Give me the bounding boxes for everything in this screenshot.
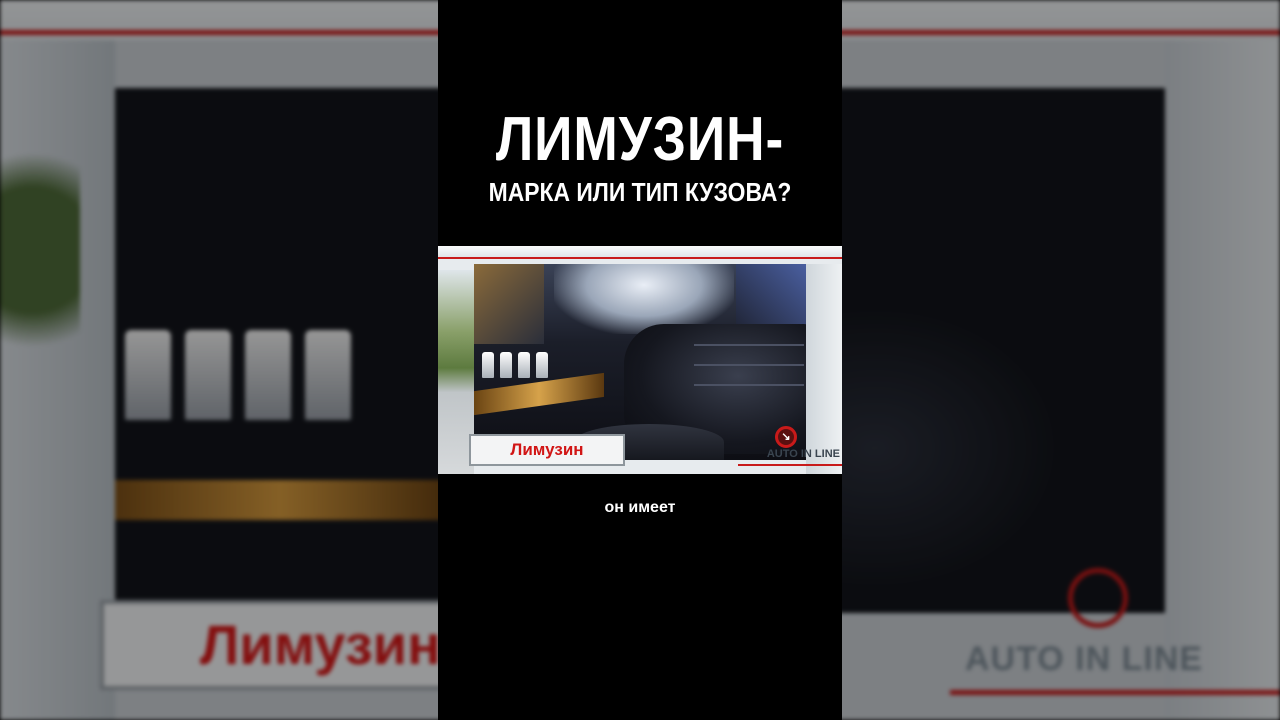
video-title-line1: ЛИМУЗИН- [495, 105, 785, 174]
seat-stitch [694, 364, 804, 366]
frame-right-panel [806, 264, 842, 474]
seat-stitch [694, 344, 804, 346]
label-text: Лимузин [510, 440, 584, 459]
backdrop-brand-text: AUTO IN LINE [965, 640, 1204, 678]
backdrop-bottom-red-line [950, 690, 1280, 695]
subtitle-caption: он имеет [604, 499, 676, 516]
backdrop-label-text: Лимузин [200, 613, 441, 676]
limousine-interior-photo [474, 264, 806, 460]
glass [536, 352, 548, 378]
backdrop-glass [245, 330, 291, 420]
glass [482, 352, 494, 378]
frame-bottom-red-line [738, 464, 842, 466]
backdrop-right-panel [1165, 40, 1280, 720]
backdrop-glass [305, 330, 351, 420]
backdrop-logo-icon [1068, 568, 1128, 628]
glass [500, 352, 512, 378]
channel-brand-text: AUTO IN LINE [766, 448, 840, 460]
ceiling-light-left [474, 264, 544, 344]
video-frame: Лимузин ↘ AUTO IN LINE [438, 246, 842, 474]
video-title-line2: МАРКА ИЛИ ТИП КУЗОВА? [488, 177, 792, 207]
glass [518, 352, 530, 378]
backdrop-glass [125, 330, 171, 420]
backdrop-glass [185, 330, 231, 420]
seat-stitch [694, 384, 804, 386]
frame-red-line [438, 257, 842, 259]
backdrop-bar-counter [115, 480, 445, 520]
backdrop-trees [0, 120, 80, 380]
bar-counter [474, 372, 604, 416]
channel-logo-icon: ↘ [775, 426, 797, 448]
video-panel[interactable]: ЛИМУЗИН- МАРКА ИЛИ ТИП КУЗОВА? Лимузин ↘… [438, 0, 842, 720]
